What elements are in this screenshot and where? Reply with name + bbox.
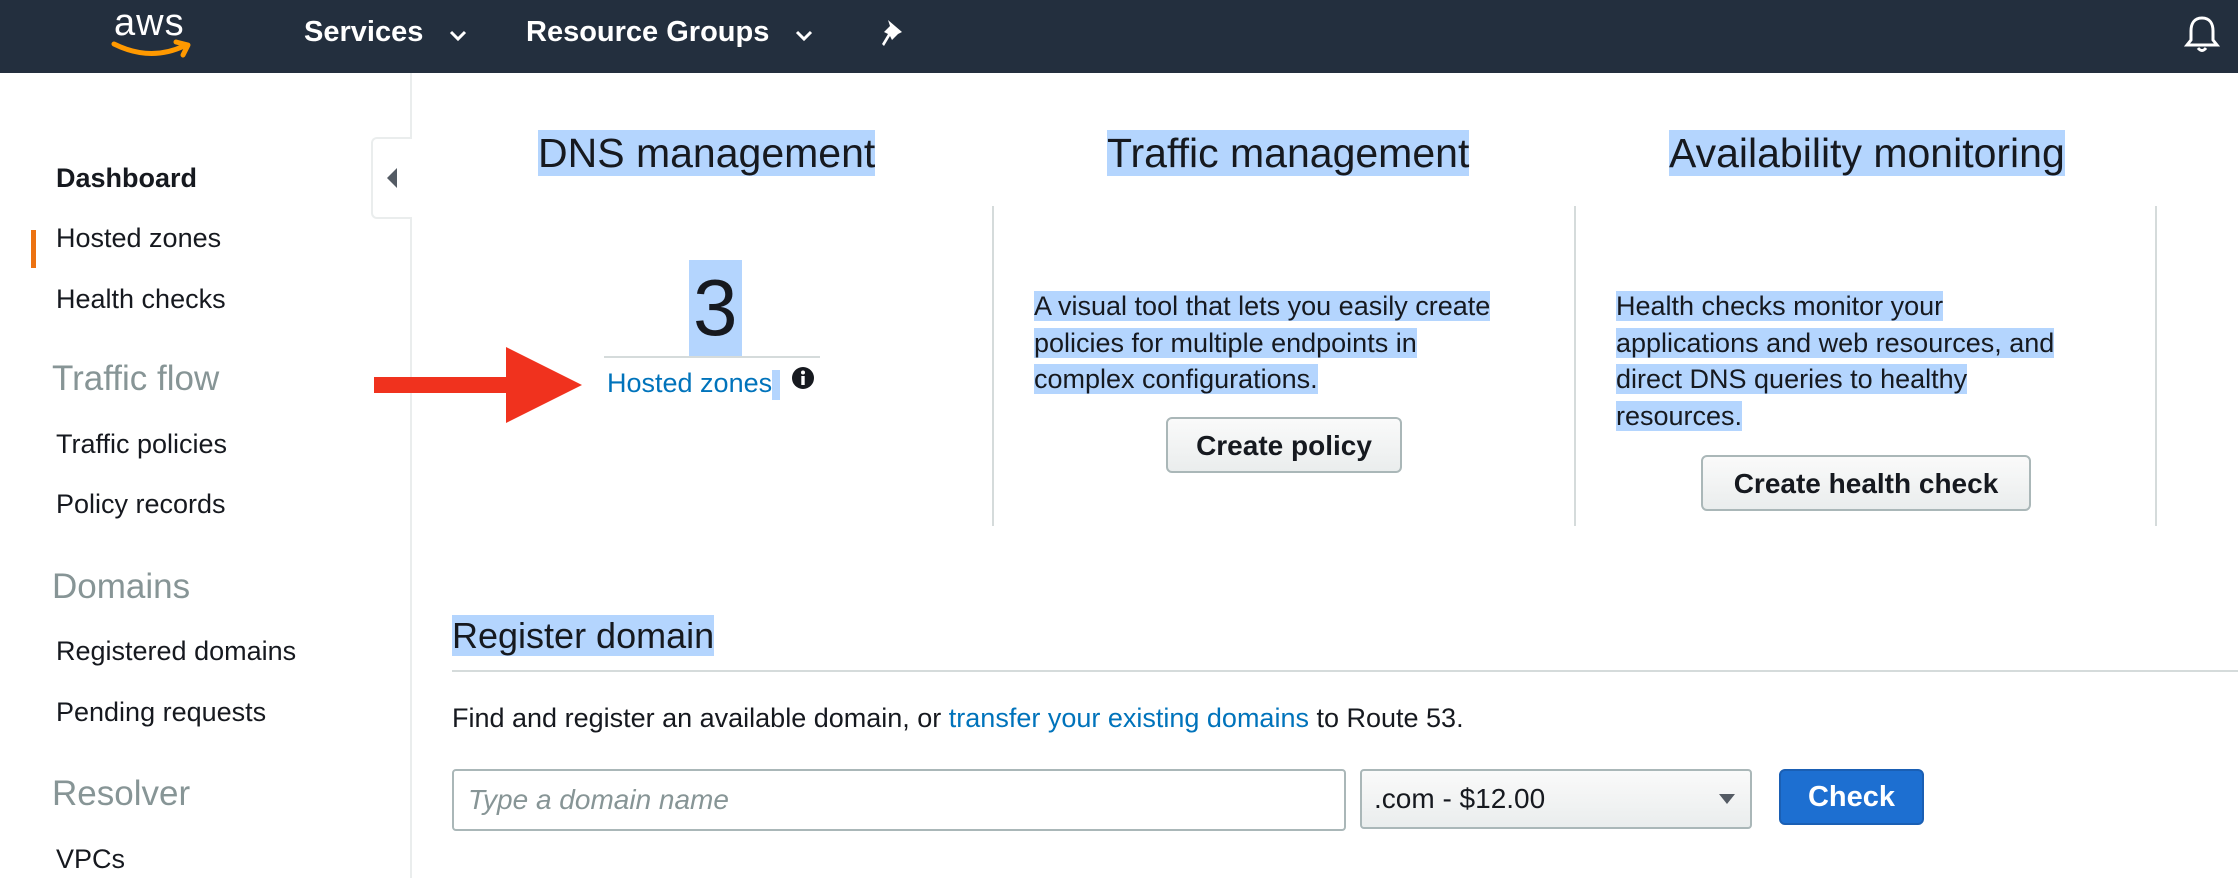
tld-price-select[interactable]: .com - $12.00 — [1360, 769, 1752, 829]
column-divider — [1574, 206, 1576, 526]
sidebar-heading-resolver: Resolver — [52, 774, 191, 813]
description-text: to Route 53. — [1308, 703, 1464, 733]
domain-name-input[interactable] — [452, 769, 1346, 831]
create-health-check-button[interactable]: Create health check — [1701, 455, 2031, 511]
section-divider — [452, 670, 2238, 672]
chevron-down-icon — [795, 17, 813, 50]
resource-groups-menu[interactable]: Resource Groups — [526, 16, 813, 50]
hosted-zones-link-text[interactable]: Hosted zones — [607, 368, 772, 398]
create-policy-button[interactable]: Create policy — [1166, 417, 1402, 473]
dns-management-title: DNS management — [538, 124, 876, 182]
chevron-down-icon — [449, 17, 467, 50]
pin-icon[interactable] — [878, 18, 908, 55]
sidebar-item-hosted-zones[interactable]: Hosted zones — [56, 223, 221, 254]
sidebar-item-traffic-policies[interactable]: Traffic policies — [56, 429, 227, 460]
sidebar-item-health-checks[interactable]: Health checks — [56, 284, 226, 315]
services-label: Services — [304, 16, 424, 48]
availability-monitoring-title-text: Availability monitoring — [1669, 130, 2065, 176]
register-domain-title-text: Register domain — [452, 615, 715, 656]
traffic-management-description: A visual tool that lets you easily creat… — [1034, 288, 1491, 398]
hosted-zones-link[interactable]: Hosted zones — [607, 366, 781, 400]
sidebar-item-dashboard[interactable]: Dashboard — [56, 163, 197, 194]
sidebar: Dashboard Hosted zones Health checks Tra… — [0, 73, 412, 878]
bell-icon[interactable] — [2183, 14, 2221, 59]
column-divider — [2155, 206, 2157, 526]
aws-smile-icon — [111, 39, 191, 58]
check-button[interactable]: Check — [1779, 769, 1924, 825]
description-text: Find and register an available domain, o… — [452, 703, 949, 733]
description-line: applications and web resources, and — [1616, 327, 2055, 358]
description-line: direct DNS queries to healthy — [1616, 364, 1968, 394]
description-line: resources. — [1616, 400, 1743, 431]
availability-monitoring-description: Health checks monitor your applications … — [1616, 288, 2055, 434]
dns-management-title-text: DNS management — [538, 130, 876, 176]
sidebar-item-registered-domains[interactable]: Registered domains — [56, 636, 296, 667]
resource-groups-label: Resource Groups — [526, 16, 770, 48]
caret-left-icon — [387, 168, 397, 188]
traffic-management-title-text: Traffic management — [1107, 130, 1470, 176]
active-indicator — [31, 230, 36, 268]
top-navigation-bar: aws Services Resource Groups — [0, 0, 2238, 73]
description-line: A visual tool that lets you easily creat… — [1034, 291, 1491, 321]
sidebar-heading-traffic-flow: Traffic flow — [52, 359, 220, 398]
register-domain-title: Register domain — [452, 610, 715, 662]
transfer-domains-link[interactable]: transfer your existing domains — [949, 703, 1309, 733]
traffic-management-title: Traffic management — [1107, 124, 1470, 182]
tld-selected-value: .com - $12.00 — [1374, 783, 1546, 814]
sidebar-item-vpcs[interactable]: VPCs — [56, 844, 125, 875]
availability-monitoring-title: Availability monitoring — [1669, 124, 2065, 182]
sidebar-item-policy-records[interactable]: Policy records — [56, 489, 226, 520]
description-line: policies for multiple endpoints in — [1034, 327, 1417, 358]
register-domain-description: Find and register an available domain, o… — [452, 703, 1464, 734]
hosted-zones-count: 3 — [689, 260, 742, 356]
sidebar-item-pending-requests[interactable]: Pending requests — [56, 697, 266, 728]
aws-logo[interactable]: aws — [110, 2, 196, 62]
sidebar-heading-domains: Domains — [52, 567, 191, 606]
caret-down-icon — [1719, 794, 1735, 804]
services-menu[interactable]: Services — [304, 16, 467, 50]
description-line: complex configurations. — [1034, 364, 1318, 394]
description-line: Health checks monitor your — [1616, 291, 1944, 321]
info-icon[interactable] — [791, 366, 815, 395]
column-divider — [992, 206, 994, 526]
sidebar-collapse-button[interactable] — [371, 137, 412, 219]
count-divider — [604, 356, 820, 358]
red-arrow-annotation — [374, 347, 584, 428]
